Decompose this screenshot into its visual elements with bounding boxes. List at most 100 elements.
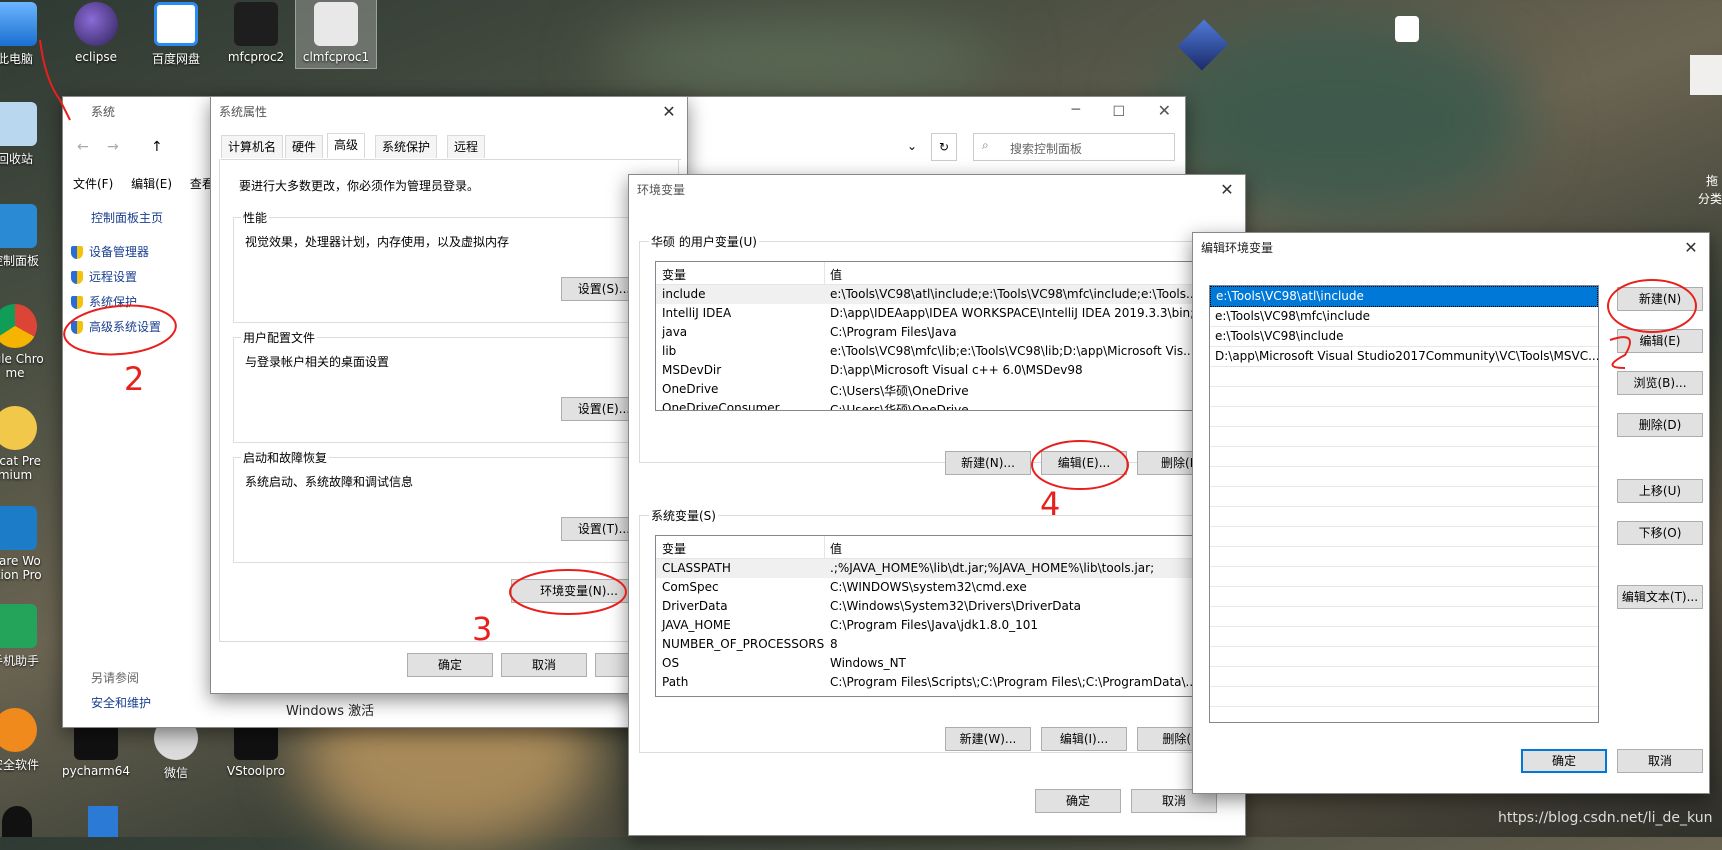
list-item[interactable] bbox=[1210, 367, 1598, 387]
address-dropdown-icon[interactable]: ⌄ bbox=[907, 139, 917, 153]
table-row[interactable]: ComSpec C:\WINDOWS\system32\cmd.exe bbox=[656, 578, 1246, 597]
close-icon[interactable]: ✕ bbox=[659, 97, 679, 127]
menu-file[interactable]: 文件(F) bbox=[73, 177, 113, 191]
maximize-icon[interactable]: ☐ bbox=[1112, 97, 1125, 127]
cancel-button[interactable]: 取消 bbox=[1617, 749, 1703, 773]
table-row[interactable]: NUMBER_OF_PROCESSORS 8 bbox=[656, 635, 1246, 654]
list-item[interactable]: e:\Tools\VC98\include bbox=[1210, 327, 1598, 347]
refresh-button[interactable]: ↻ bbox=[931, 133, 957, 161]
table-row[interactable]: OneDriveConsumer C:\Users\华硕\OneDrive bbox=[656, 399, 1246, 410]
table-row[interactable]: Path C:\Program Files\Scripts\;C:\Program… bbox=[656, 673, 1246, 692]
link-device-manager[interactable]: 设备管理器 bbox=[71, 243, 149, 260]
user-new-button[interactable]: 新建(N)... bbox=[945, 451, 1031, 475]
desktop-icon-vmware[interactable]: ware Wo ation Pro bbox=[0, 506, 55, 582]
desktop-icon-clmfcproc1[interactable]: clmfcproc1 bbox=[295, 0, 377, 69]
edit-entry-button[interactable]: 编辑(E) bbox=[1617, 329, 1703, 353]
table-row[interactable]: OS Windows_NT bbox=[656, 654, 1246, 673]
column-value[interactable]: 值 bbox=[830, 266, 842, 283]
table-row[interactable]: MSDevDir D:\app\Microsoft Visual c++ 6.0\… bbox=[656, 361, 1246, 380]
column-variable[interactable]: 变量 bbox=[662, 540, 686, 557]
table-row[interactable]: include e:\Tools\VC98\atl\include;e:\Tool… bbox=[656, 285, 1246, 304]
tab-computer-name[interactable]: 计算机名 bbox=[221, 135, 284, 158]
cancel-button[interactable]: 取消 bbox=[501, 653, 587, 677]
tab-remote[interactable]: 远程 bbox=[447, 135, 486, 158]
table-row[interactable]: CLASSPATH .;%JAVA_HOME%\lib\dt.jar;%JAVA_… bbox=[656, 559, 1246, 578]
column-variable[interactable]: 变量 bbox=[662, 266, 686, 283]
list-item[interactable] bbox=[1210, 527, 1598, 547]
link-advanced-system-settings[interactable]: 高级系统设置 bbox=[71, 318, 161, 335]
table-row[interactable]: OneDrive C:\Users\华硕\OneDrive bbox=[656, 380, 1246, 399]
tab-system-protection[interactable]: 系统保护 bbox=[375, 135, 438, 158]
list-item[interactable] bbox=[1210, 447, 1598, 467]
list-item[interactable] bbox=[1210, 507, 1598, 527]
delete-entry-button[interactable]: 删除(D) bbox=[1617, 413, 1703, 437]
user-vars-table[interactable]: 变量 值 include e:\Tools\VC98\atl\include;e:… bbox=[655, 261, 1246, 411]
desktop-icon-eclipse[interactable]: eclipse bbox=[56, 2, 136, 64]
system-edit-button[interactable]: 编辑(I)... bbox=[1041, 727, 1127, 751]
ok-button[interactable]: 确定 bbox=[1035, 789, 1121, 813]
desktop-icon-security[interactable]: 安全软件 bbox=[0, 708, 55, 773]
desktop-icon-control-panel[interactable]: 控制面板 bbox=[0, 204, 55, 269]
list-item[interactable] bbox=[1210, 387, 1598, 407]
ok-button[interactable]: 确定 bbox=[407, 653, 493, 677]
control-panel-home-link[interactable]: 控制面板主页 bbox=[91, 209, 163, 226]
list-item[interactable] bbox=[1210, 647, 1598, 667]
tshirt-icon[interactable] bbox=[1395, 16, 1419, 42]
desktop-icon-this-pc[interactable]: 此电脑 bbox=[0, 2, 55, 67]
list-item[interactable] bbox=[1210, 607, 1598, 627]
list-item[interactable] bbox=[1210, 467, 1598, 487]
tab-advanced[interactable]: 高级 bbox=[327, 133, 366, 158]
list-item[interactable] bbox=[1210, 427, 1598, 447]
desktop-icon-navicat[interactable]: vicat Pre mium bbox=[0, 406, 55, 482]
app-thumbnail-icon bbox=[314, 2, 358, 46]
list-item[interactable] bbox=[1210, 407, 1598, 427]
move-down-button[interactable]: 下移(O) bbox=[1617, 521, 1703, 545]
menu-edit[interactable]: 编辑(E) bbox=[131, 177, 172, 191]
path-entries-list[interactable]: e:\Tools\VC98\atl\include e:\Tools\VC98\… bbox=[1209, 285, 1599, 723]
table-row[interactable]: JAVA_HOME C:\Program Files\Java\jdk1.8.0_… bbox=[656, 616, 1246, 635]
environment-variables-button[interactable]: 环境变量(N)... bbox=[511, 579, 647, 603]
list-item[interactable]: D:\app\Microsoft Visual Studio2017Commun… bbox=[1210, 347, 1598, 367]
table-row[interactable]: DriverData C:\Windows\System32\Drivers\Dr… bbox=[656, 597, 1246, 616]
link-remote-settings[interactable]: 远程设置 bbox=[71, 268, 137, 285]
link-security-maintenance[interactable]: 安全和维护 bbox=[91, 694, 151, 711]
list-item[interactable] bbox=[1210, 547, 1598, 567]
desktop-icon-baidu[interactable]: 百度网盘 bbox=[136, 2, 216, 67]
list-item[interactable] bbox=[1210, 587, 1598, 607]
list-item[interactable] bbox=[1210, 627, 1598, 647]
system-new-button[interactable]: 新建(W)... bbox=[945, 727, 1031, 751]
tab-hardware[interactable]: 硬件 bbox=[285, 135, 324, 158]
minimize-icon[interactable]: ─ bbox=[1072, 95, 1080, 125]
nav-back-icon[interactable]: ← bbox=[77, 139, 89, 155]
close-icon[interactable]: ✕ bbox=[1217, 175, 1237, 205]
column-value[interactable]: 值 bbox=[830, 540, 842, 557]
vs-code-icon[interactable] bbox=[88, 806, 118, 837]
new-entry-button[interactable]: 新建(N) bbox=[1617, 287, 1703, 311]
list-item[interactable] bbox=[1210, 567, 1598, 587]
browse-button[interactable]: 浏览(B)... bbox=[1617, 371, 1703, 395]
desktop-icon-chrome[interactable]: ogle Chro me bbox=[0, 304, 55, 380]
move-up-button[interactable]: 上移(U) bbox=[1617, 479, 1703, 503]
desktop-icon-recycle-bin[interactable]: 回收站 bbox=[0, 102, 55, 167]
list-item[interactable]: e:\Tools\VC98\mfc\include bbox=[1210, 307, 1598, 327]
list-item[interactable] bbox=[1210, 667, 1598, 687]
desktop-icon-mfcproc2[interactable]: mfcproc2 bbox=[216, 2, 296, 64]
desktop-icon-phone-assistant[interactable]: 手机助手 bbox=[0, 604, 55, 669]
edit-text-button[interactable]: 编辑文本(T)... bbox=[1617, 585, 1703, 609]
nav-forward-icon[interactable]: → bbox=[107, 139, 119, 155]
table-row[interactable]: IntelliJ IDEA D:\app\IDEAapp\IDEA WORKSPA… bbox=[656, 304, 1246, 323]
nav-up-icon[interactable]: ↑ bbox=[151, 139, 163, 155]
system-vars-table[interactable]: 变量 值 CLASSPATH .;%JAVA_HOME%\lib\dt.jar;%… bbox=[655, 535, 1246, 697]
qq-icon[interactable] bbox=[2, 806, 32, 837]
table-row[interactable]: lib e:\Tools\VC98\mfc\lib;e:\Tools\VC98\l… bbox=[656, 342, 1246, 361]
list-item[interactable] bbox=[1210, 487, 1598, 507]
search-box[interactable]: ⌕ 搜索控制面板 bbox=[973, 133, 1175, 161]
user-edit-button[interactable]: 编辑(E)... bbox=[1041, 451, 1127, 475]
list-item[interactable] bbox=[1210, 687, 1598, 707]
link-system-protection[interactable]: 系统保护 bbox=[71, 293, 137, 310]
list-item[interactable]: e:\Tools\VC98\atl\include bbox=[1210, 286, 1598, 307]
table-row[interactable]: java C:\Program Files\Java bbox=[656, 323, 1246, 342]
ok-button[interactable]: 确定 bbox=[1521, 749, 1607, 773]
close-icon[interactable]: ✕ bbox=[1681, 233, 1701, 263]
close-icon[interactable]: ✕ bbox=[1158, 96, 1171, 126]
